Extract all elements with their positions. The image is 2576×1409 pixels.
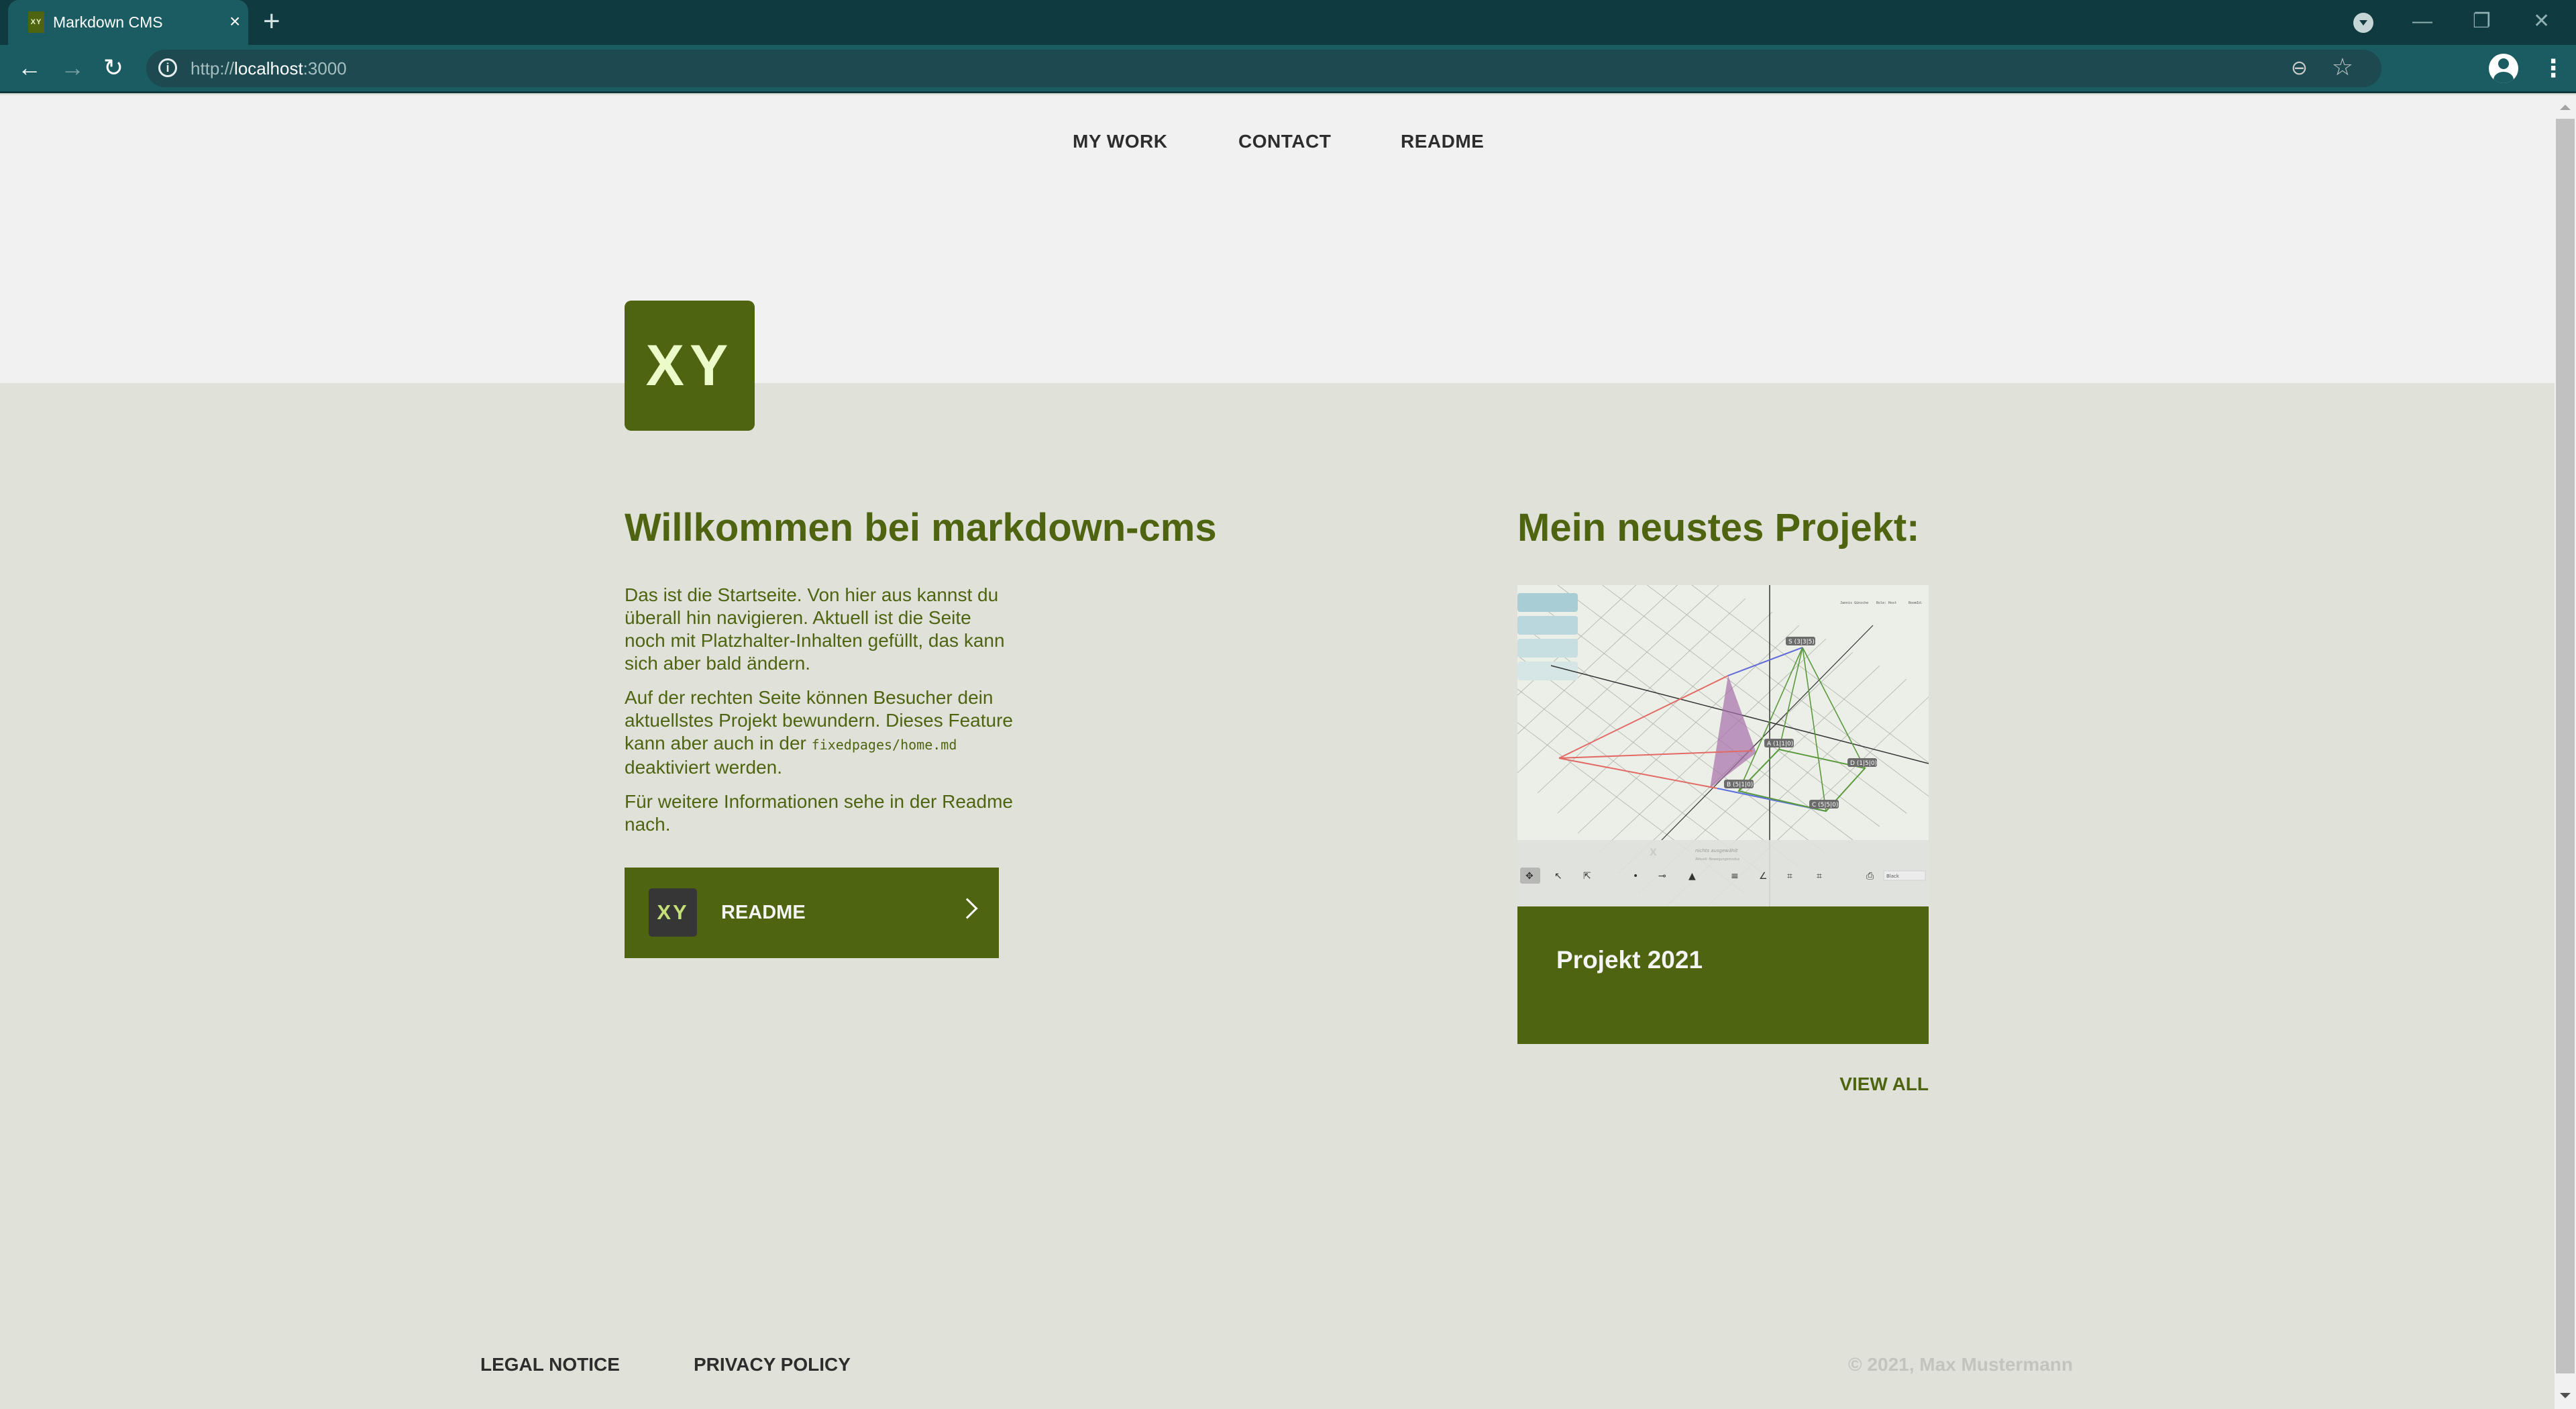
chevron-right-icon [957, 898, 978, 919]
legal-notice-link[interactable]: LEGAL NOTICE [480, 1353, 620, 1376]
window-close-icon[interactable]: ✕ [2533, 8, 2550, 35]
scroll-up-arrow-icon[interactable] [2560, 105, 2571, 110]
config-path-code: fixedpages/home.md [811, 737, 957, 753]
browser-toolbar: ← → ↻ i http://localhost:3000 ⊖ ☆ ⋮ [0, 45, 2576, 93]
browser-tab[interactable]: XY Markdown CMS × [8, 0, 248, 45]
svg-text:B (5|1|0): B (5|1|0) [1727, 782, 1753, 788]
svg-text:RoomId:: RoomId: [1909, 601, 1923, 605]
intro-text-span: deaktiviert werden. [625, 757, 783, 778]
svg-text:D (1|5|0): D (1|5|0) [1850, 760, 1877, 767]
axis-x [1661, 625, 1874, 841]
intro-paragraph: Das ist die Startseite. Von hier aus kan… [625, 584, 1005, 674]
readme-button[interactable]: XY README [625, 868, 999, 958]
svg-text:⇱: ⇱ [1583, 871, 1591, 882]
nav-contact[interactable]: CONTACT [1238, 130, 1331, 153]
svg-text:∠: ∠ [1759, 871, 1768, 882]
nav-readme[interactable]: README [1401, 130, 1484, 153]
browser-tabstrip: XY Markdown CMS × + — ❐ ✕ [0, 0, 2576, 45]
intro-paragraph: Auf der rechten Seite können Besucher de… [625, 686, 1014, 779]
url-scheme: http:// [191, 58, 235, 79]
forward-icon[interactable]: → [60, 53, 85, 83]
thumbnail-header: Jannis Günsche Role: Host RoomId: [1840, 601, 1923, 605]
thumbnail-menu-block [1517, 662, 1578, 680]
page-scrollbar[interactable] [2555, 95, 2576, 1409]
pyramid-edges [1738, 647, 1866, 812]
svg-text:↖: ↖ [1554, 871, 1562, 882]
copyright: © 2021, Max Mustermann [1848, 1354, 2073, 1375]
svg-text:⎙: ⎙ [1866, 871, 1874, 882]
svg-text:▲: ▲ [1688, 871, 1696, 882]
svg-text:S (3|3|5): S (3|3|5) [1788, 639, 1815, 645]
svg-text:A (1|1|0): A (1|1|0) [1767, 741, 1793, 747]
thumbnail-menu-block [1517, 593, 1578, 612]
nav-my-work[interactable]: MY WORK [1073, 130, 1167, 153]
thumbnail-status: nichts ausgewählt [1695, 848, 1738, 853]
svg-text:Jannis Günsche: Jannis Günsche [1840, 601, 1868, 605]
thumbnail-mode: Aktuell: Bewegungsmodus [1695, 857, 1740, 862]
intro-paragraph: Für weitere Informationen sehe in der Re… [625, 791, 1013, 835]
tab-title: Markdown CMS [53, 13, 163, 31]
url-port: :3000 [303, 58, 347, 79]
svg-text:✥: ✥ [1525, 871, 1534, 882]
svg-text:⌗: ⌗ [1787, 871, 1792, 882]
intro-text: Das ist die Startseite. Von hier aus kan… [625, 584, 1014, 847]
readme-button-label: README [721, 902, 806, 923]
readme-badge: XY [649, 888, 697, 937]
restore-icon[interactable]: ❐ [2473, 8, 2491, 35]
url-text[interactable]: http://localhost:3000 [191, 56, 347, 81]
profile-avatar-icon[interactable] [2489, 54, 2518, 83]
new-tab-icon[interactable]: + [263, 7, 280, 36]
thumbnail-menu-block [1517, 616, 1578, 635]
reload-icon[interactable]: ↻ [103, 53, 123, 83]
back-icon[interactable]: ← [17, 53, 42, 83]
site-info-icon[interactable]: i [158, 58, 177, 77]
scrollbar-thumb[interactable] [2556, 119, 2575, 1373]
tab-favicon: XY [28, 11, 44, 33]
project-thumbnail[interactable]: S (3|3|5) A (1|1|0) B (5|1|0) C (5|5|0) … [1517, 585, 1929, 906]
scroll-down-arrow-icon[interactable] [2560, 1393, 2571, 1398]
minimize-icon[interactable]: — [2412, 8, 2432, 35]
welcome-heading: Willkommen bei markdown-cms [625, 506, 1217, 550]
browser-menu-icon[interactable]: ⋮ [2541, 52, 2565, 85]
svg-text:⌗: ⌗ [1817, 871, 1822, 882]
address-bar[interactable]: i http://localhost:3000 ⊖ ☆ [146, 50, 2381, 87]
red-line [1558, 758, 1718, 789]
privacy-policy-link[interactable]: PRIVACY POLICY [694, 1353, 851, 1376]
site-logo[interactable]: XY [625, 301, 755, 431]
thumbnail-menu-block [1517, 639, 1578, 658]
purple-triangle [1710, 676, 1756, 788]
url-host: localhost [234, 58, 303, 79]
close-tab-icon[interactable]: × [229, 10, 240, 33]
view-all-link[interactable]: VIEW ALL [1839, 1073, 1929, 1096]
svg-text:⊸: ⊸ [1658, 871, 1666, 882]
project-heading: Mein neustes Projekt: [1517, 506, 1920, 550]
project-thumbnail-image: S (3|3|5) A (1|1|0) B (5|1|0) C (5|5|0) … [1517, 585, 1929, 906]
page: MY WORK CONTACT README XY Willkommen bei… [0, 95, 2555, 1409]
thumbnail-color-value: Black [1886, 874, 1900, 879]
svg-text:•: • [1633, 871, 1638, 882]
svg-text:C (5|5|0): C (5|5|0) [1812, 802, 1838, 808]
svg-text:Role: Host: Role: Host [1876, 601, 1896, 605]
project-card[interactable]: Projekt 2021 [1517, 906, 1929, 1044]
zoom-icon[interactable]: ⊖ [2291, 55, 2308, 82]
svg-text:≡: ≡ [1731, 871, 1739, 882]
tab-search-icon[interactable] [2353, 13, 2373, 33]
project-card-title: Projekt 2021 [1556, 946, 1703, 974]
bookmark-star-icon[interactable]: ☆ [2332, 54, 2353, 81]
